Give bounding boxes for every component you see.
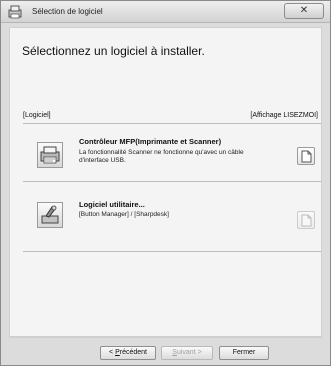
tools-icon[interactable] <box>37 202 63 228</box>
list-bottom-divider <box>23 251 321 252</box>
utility-readme-button[interactable] <box>297 211 315 229</box>
page-heading: Sélectionnez un logiciel à installer. <box>22 44 205 58</box>
utility-software-description: [Button Manager] / [Sharpdesk] <box>79 211 169 218</box>
next-button[interactable]: Suivant > <box>161 346 213 360</box>
printer-scanner-icon[interactable] <box>37 142 63 168</box>
close-button[interactable]: Fermer <box>219 346 269 360</box>
list-divider <box>23 181 321 182</box>
document-icon <box>301 150 312 163</box>
mfp-driver-description-2: d'interface USB. <box>79 157 126 164</box>
installer-app-icon <box>8 5 22 19</box>
window-close-button[interactable]: ✕ <box>284 3 324 19</box>
mfp-readme-button[interactable] <box>297 147 315 165</box>
next-label: uivant > <box>176 349 202 356</box>
mfp-driver-title[interactable]: Contrôleur MFP(Imprimante et Scanner) <box>79 137 221 146</box>
mfp-driver-description-1: La fonctionnalité Scanner ne fonctionne … <box>79 149 244 156</box>
window-title: Sélection de logiciel <box>32 7 103 16</box>
back-button[interactable]: < Précédent <box>100 346 156 360</box>
back-label: récédent <box>119 349 147 356</box>
content-panel <box>9 27 322 337</box>
footer-divider <box>10 337 322 338</box>
utility-software-title[interactable]: Logiciel utilitaire... <box>79 200 145 209</box>
software-column-header: [Logiciel] <box>23 112 51 119</box>
readme-column-header: [Affichage LISEZMOI] <box>250 112 318 119</box>
title-bar: Sélection de logiciel ✕ <box>1 1 330 23</box>
installer-window: Sélection de logiciel ✕ Sélectionnez un … <box>0 0 331 366</box>
list-top-divider <box>23 123 321 124</box>
document-icon <box>301 214 312 227</box>
